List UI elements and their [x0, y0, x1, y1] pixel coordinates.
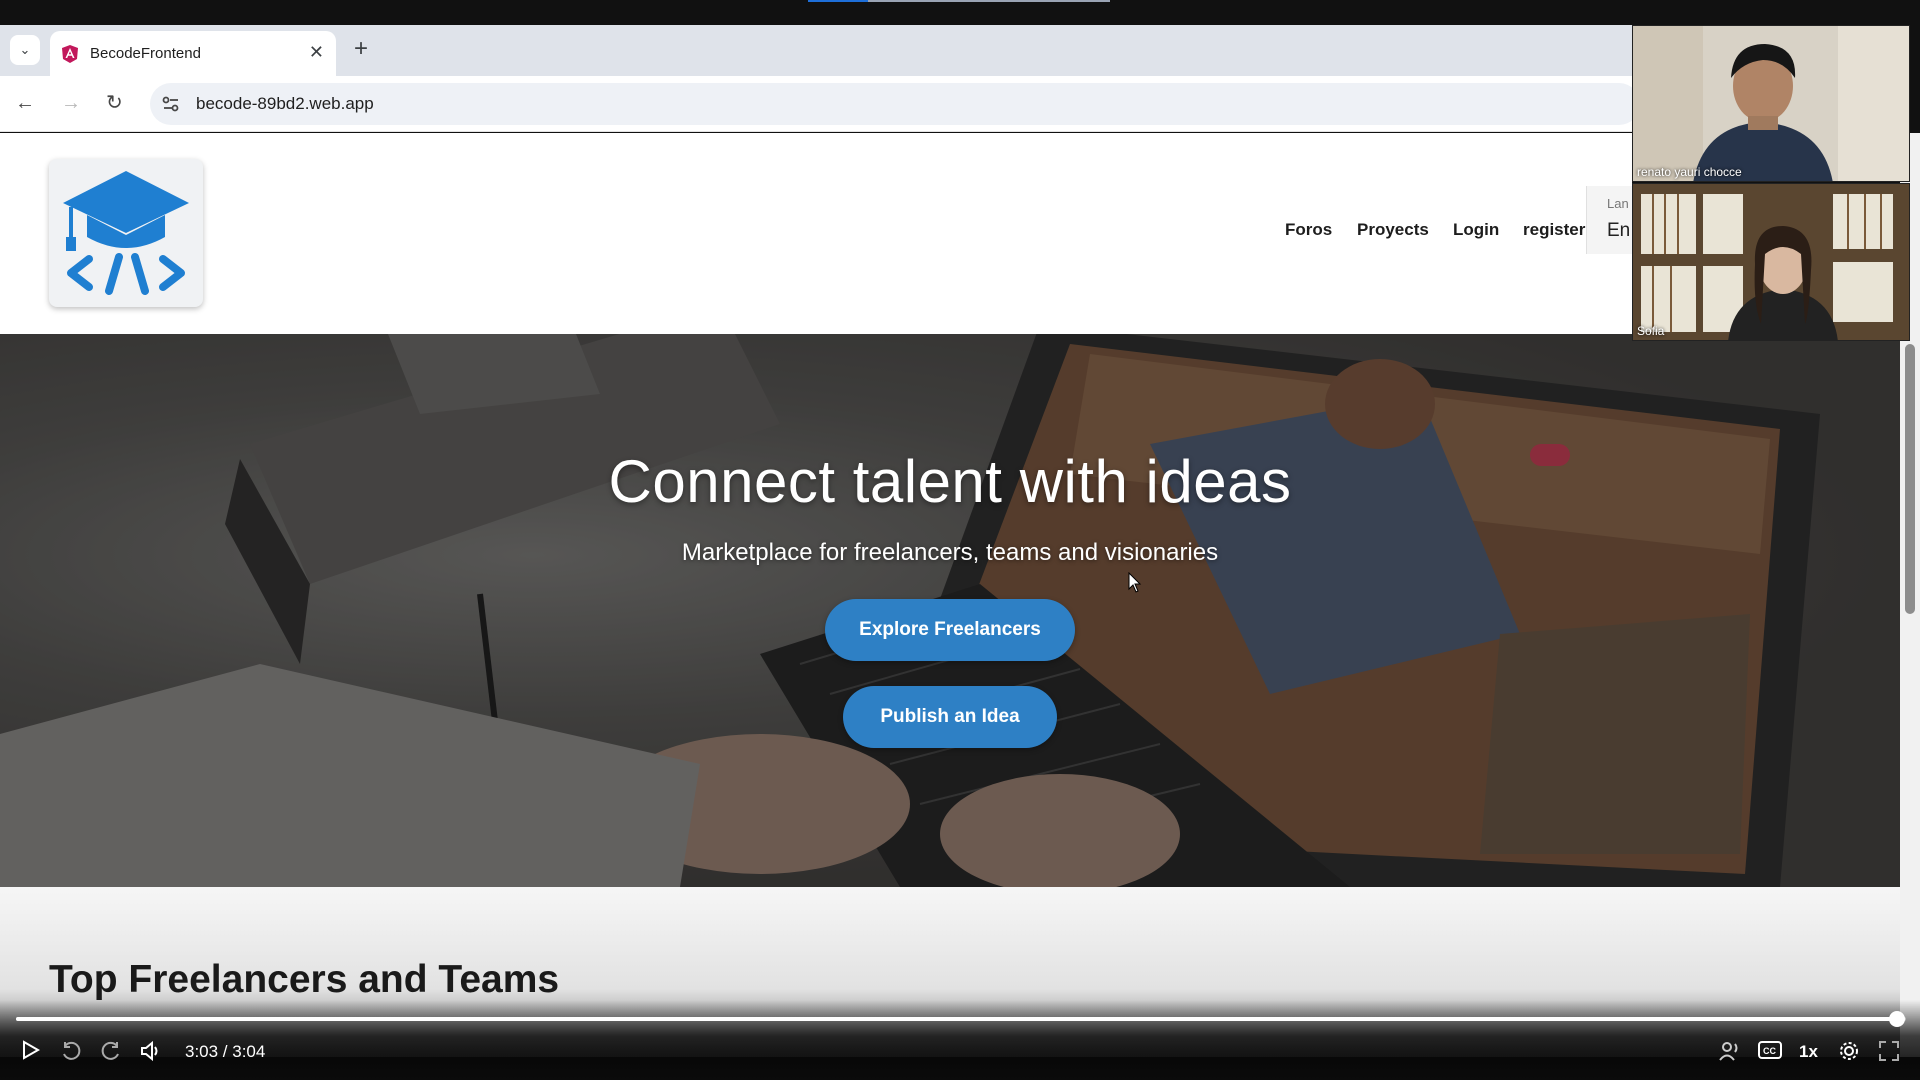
address-bar[interactable]: becode-89bd2.web.app [150, 83, 1640, 125]
fullscreen-icon[interactable] [1878, 1040, 1900, 1067]
chevron-down-icon: ⌄ [19, 42, 31, 57]
nav-link-register[interactable]: register [1523, 220, 1585, 240]
browser-tab-active[interactable]: BecodeFrontend ✕ [50, 31, 336, 76]
mouse-cursor-icon [1128, 572, 1142, 593]
volume-icon[interactable] [140, 1040, 162, 1067]
site-header: Foros Proyects Login register Lan En [0, 133, 1646, 334]
reload-icon[interactable]: ↻ [106, 91, 123, 115]
top-indicator-active [808, 0, 868, 2]
graduation-cap-code-icon [63, 171, 189, 295]
browser-tab-strip: ⌄ BecodeFrontend ✕ + [0, 25, 1632, 76]
back-arrow-icon[interactable]: ← [15, 91, 35, 115]
video-top-bar [0, 0, 1920, 25]
video-player-controls: 3:03 / 3:04 CC 1x [0, 1000, 1920, 1080]
top-indicator [868, 0, 1110, 2]
site-settings-icon[interactable] [160, 93, 182, 115]
play-icon[interactable] [22, 1040, 41, 1065]
video-frame: ⌄ BecodeFrontend ✕ + ← → ↻ becode-89bd2.… [0, 0, 1920, 1080]
rewind-10-icon[interactable] [60, 1040, 82, 1067]
scrollbar-thumb[interactable] [1905, 344, 1915, 614]
tab-title: BecodeFrontend [90, 45, 201, 62]
participant-1-name: renato yauri chocce [1637, 165, 1742, 179]
tab-search-button[interactable]: ⌄ [10, 35, 40, 65]
section-title: Top Freelancers and Teams [49, 958, 560, 1001]
video-progress-knob[interactable] [1888, 1011, 1905, 1027]
explore-freelancers-button[interactable]: Explore Freelancers [825, 599, 1075, 661]
browser-toolbar: ← → ↻ becode-89bd2.web.app [0, 76, 1640, 132]
hero-title: Connect talent with ideas [608, 448, 1292, 515]
participant-video-2: Sofia [1632, 183, 1910, 341]
publish-idea-button[interactable]: Publish an Idea [843, 686, 1057, 748]
hero-banner: Connect talent with ideas Marketplace fo… [0, 334, 1900, 887]
svg-text:CC: CC [1763, 1046, 1776, 1056]
transcript-icon[interactable] [1718, 1040, 1740, 1067]
angular-favicon-icon [62, 45, 78, 63]
nav-link-proyects[interactable]: Proyects [1357, 220, 1429, 240]
forward-10-icon[interactable] [100, 1040, 122, 1067]
participant-2-name: Sofia [1637, 324, 1665, 338]
participant-video-1: renato yauri chocce [1632, 25, 1910, 182]
site-logo[interactable] [49, 159, 203, 307]
new-tab-plus-icon[interactable]: + [354, 37, 368, 61]
url-text: becode-89bd2.web.app [196, 94, 374, 113]
language-value: En [1607, 220, 1631, 241]
participant-2-camera-image [1633, 184, 1909, 340]
close-icon[interactable]: ✕ [309, 42, 324, 63]
closed-captions-icon[interactable]: CC [1758, 1040, 1782, 1065]
playback-time: 3:03 / 3:04 [185, 1042, 266, 1061]
participant-1-camera-image [1633, 26, 1909, 181]
playback-speed[interactable]: 1x [1799, 1042, 1818, 1062]
hero-subtitle: Marketplace for freelancers, teams and v… [681, 539, 1219, 566]
nav-link-login[interactable]: Login [1453, 220, 1499, 240]
language-label: Lan [1607, 196, 1629, 211]
nav-link-foros[interactable]: Foros [1285, 220, 1332, 240]
video-progress-bar[interactable] [16, 1011, 1906, 1027]
video-progress-fill [16, 1017, 1897, 1021]
forward-arrow-icon[interactable]: → [61, 91, 81, 115]
settings-gear-icon[interactable] [1838, 1040, 1860, 1067]
